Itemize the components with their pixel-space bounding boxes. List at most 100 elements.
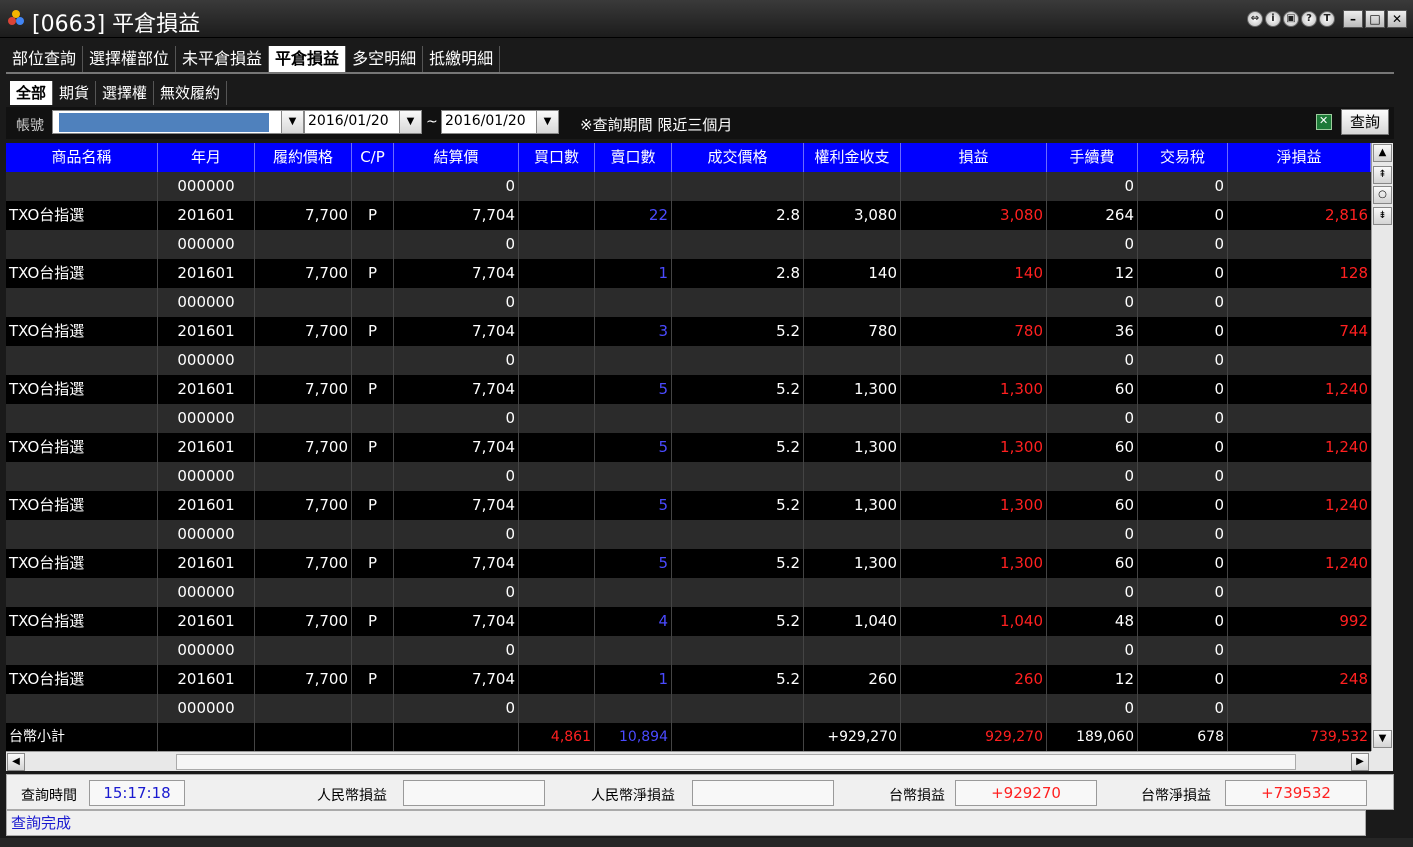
tab-collateral-detail[interactable]: 抵繳明細 [423, 46, 501, 72]
minimize-icon[interactable]: – [1343, 10, 1363, 28]
table-cell: 1,300 [901, 549, 1047, 578]
column-header[interactable]: 交易稅 [1138, 143, 1228, 172]
table-cell [672, 723, 804, 751]
table-row[interactable]: TXO台指選 201601 7,700 P 7,704 4 5.2 1,040 1,040 48 0… [6, 607, 1371, 636]
subtab-futures[interactable]: 期貨 [53, 81, 97, 105]
pin-icon[interactable]: T [1319, 11, 1335, 27]
table-row[interactable]: 000000 0 0 0 [6, 578, 1371, 607]
table-row[interactable]: TXO台指選 201601 7,700 P 7,704 5 5.2 1,300 1,300 60 0… [6, 433, 1371, 462]
table-cell: 1,300 [901, 375, 1047, 404]
table-cell: 0 [394, 404, 519, 433]
table-row[interactable]: 000000 0 0 0 [6, 172, 1371, 201]
query-bar: 帳號 ▼ 2016/01/20 ▼ ~ 2016/01/20 ▼ ※查詢期間 限… [6, 107, 1394, 139]
table-cell [519, 172, 595, 201]
table-row[interactable]: 000000 0 0 0 [6, 288, 1371, 317]
subtab-all[interactable]: 全部 [10, 81, 54, 105]
table-row[interactable]: TXO台指選 201601 7,700 P 7,704 5 5.2 1,300 1,300 60 0… [6, 491, 1371, 520]
column-header[interactable]: 淨損益 [1228, 143, 1371, 172]
rmb-pnl-value [403, 780, 545, 806]
table-cell [672, 346, 804, 375]
link-icon[interactable]: ⇔ [1247, 11, 1263, 27]
table-cell [595, 404, 672, 433]
table-cell: 0 [394, 636, 519, 665]
vertical-scrollbar[interactable]: ▲ ⇞ ○ ⇟ ▼ [1371, 143, 1393, 751]
scroll-left-icon[interactable]: ◀ [7, 753, 25, 771]
column-header[interactable]: 手續費 [1047, 143, 1138, 172]
table-row[interactable]: 000000 0 0 0 [6, 230, 1371, 259]
table-cell: 0 [1138, 375, 1228, 404]
column-header[interactable]: 成交價格 [672, 143, 804, 172]
table-row[interactable]: TXO台指選 201601 7,700 P 7,704 1 2.8 140 140 12 0 128 [6, 259, 1371, 288]
column-header[interactable]: 權利金收支 [804, 143, 901, 172]
table-cell: 0 [1047, 404, 1138, 433]
query-button[interactable]: 查詢 [1341, 109, 1389, 135]
column-header[interactable]: 年月 [158, 143, 255, 172]
scroll-home-icon[interactable]: ○ [1373, 186, 1392, 204]
help-icon[interactable]: ? [1301, 11, 1317, 27]
chevron-down-icon[interactable]: ▼ [399, 111, 421, 133]
page-up-icon[interactable]: ⇞ [1373, 166, 1392, 184]
column-header[interactable]: 損益 [901, 143, 1047, 172]
table-row[interactable]: 000000 0 0 0 [6, 346, 1371, 375]
scroll-up-icon[interactable]: ▲ [1373, 144, 1392, 162]
tab-closed-pnl[interactable]: 平倉損益 [269, 46, 347, 72]
close-icon[interactable]: ✕ [1387, 10, 1407, 28]
tab-position-query[interactable]: 部位查詢 [6, 46, 84, 72]
print-icon[interactable]: ▣ [1283, 11, 1299, 27]
maximize-icon[interactable]: □ [1365, 10, 1385, 28]
horizontal-scroll-thumb[interactable] [176, 754, 1296, 770]
table-row[interactable]: TXO台指選 201601 7,700 P 7,704 5 5.2 1,300 1,300 60 0… [6, 375, 1371, 404]
table-cell: 7,700 [255, 317, 352, 346]
table-cell: 0 [1047, 346, 1138, 375]
column-header[interactable]: 結算價 [394, 143, 519, 172]
tab-long-short-detail[interactable]: 多空明細 [346, 46, 424, 72]
subtab-options[interactable]: 選擇權 [96, 81, 155, 105]
table-cell: 12 [1047, 259, 1138, 288]
table-cell [6, 578, 158, 607]
column-header[interactable]: 商品名稱 [6, 143, 158, 172]
table-cell: 000000 [158, 520, 255, 549]
date-to-value: 2016/01/20 [445, 113, 526, 129]
table-cell [6, 636, 158, 665]
column-header[interactable]: 賣口數 [595, 143, 672, 172]
table-cell [1228, 636, 1371, 665]
table-row[interactable]: 000000 0 0 0 [6, 462, 1371, 491]
horizontal-scrollbar[interactable]: ◀ ▶ [6, 751, 1371, 771]
excel-export-icon[interactable] [1316, 114, 1332, 130]
tab-option-position[interactable]: 選擇權部位 [83, 46, 177, 72]
scroll-right-icon[interactable]: ▶ [1351, 753, 1369, 771]
date-from-select[interactable]: 2016/01/20 ▼ [304, 110, 422, 134]
table-cell: 201601 [158, 549, 255, 578]
tab-open-pnl[interactable]: 未平倉損益 [176, 46, 270, 72]
table-cell: 0 [394, 578, 519, 607]
table-row[interactable]: TXO台指選 201601 7,700 P 7,704 3 5.2 780 780 36 0 744 [6, 317, 1371, 346]
table-cell: 678 [1138, 723, 1228, 751]
info-icon[interactable]: i [1265, 11, 1281, 27]
page-down-icon[interactable]: ⇟ [1373, 207, 1392, 225]
table-row[interactable]: 000000 0 0 0 [6, 404, 1371, 433]
column-header[interactable]: 買口數 [519, 143, 595, 172]
date-to-select[interactable]: 2016/01/20 ▼ [441, 110, 559, 134]
table-cell: 0 [394, 346, 519, 375]
column-header[interactable]: C/P [352, 143, 394, 172]
table-row[interactable]: TXO台指選 201601 7,700 P 7,704 5 5.2 1,300 1,300 60 0… [6, 549, 1371, 578]
table-row[interactable]: TXO台指選 201601 7,700 P 7,704 1 5.2 260 260 12 0 248 [6, 665, 1371, 694]
table-cell: 0 [1138, 636, 1228, 665]
total-row[interactable]: 台幣小計 4,861 10,894 +929,270 929,270 189,060 678… [6, 723, 1371, 751]
table-row[interactable]: 000000 0 0 0 [6, 636, 1371, 665]
column-header[interactable]: 履約價格 [255, 143, 352, 172]
chevron-down-icon[interactable]: ▼ [536, 111, 558, 133]
scroll-down-icon[interactable]: ▼ [1373, 730, 1392, 748]
chevron-down-icon[interactable]: ▼ [281, 111, 303, 133]
subtab-invalid-exercise[interactable]: 無效履約 [154, 81, 228, 105]
table-cell [519, 317, 595, 346]
table-row[interactable]: 000000 0 0 0 [6, 694, 1371, 723]
table-row[interactable]: TXO台指選 201601 7,700 P 7,704 22 2.8 3,080 3,080 26… [6, 201, 1371, 230]
table-cell: 1,300 [804, 433, 901, 462]
table-cell: 201601 [158, 201, 255, 230]
title-tools: ⇔ i ▣ ? T [1247, 11, 1335, 27]
table-row[interactable]: 000000 0 0 0 [6, 520, 1371, 549]
table-cell [255, 172, 352, 201]
table-cell: 0 [1047, 578, 1138, 607]
account-select[interactable]: ▼ [52, 110, 304, 134]
